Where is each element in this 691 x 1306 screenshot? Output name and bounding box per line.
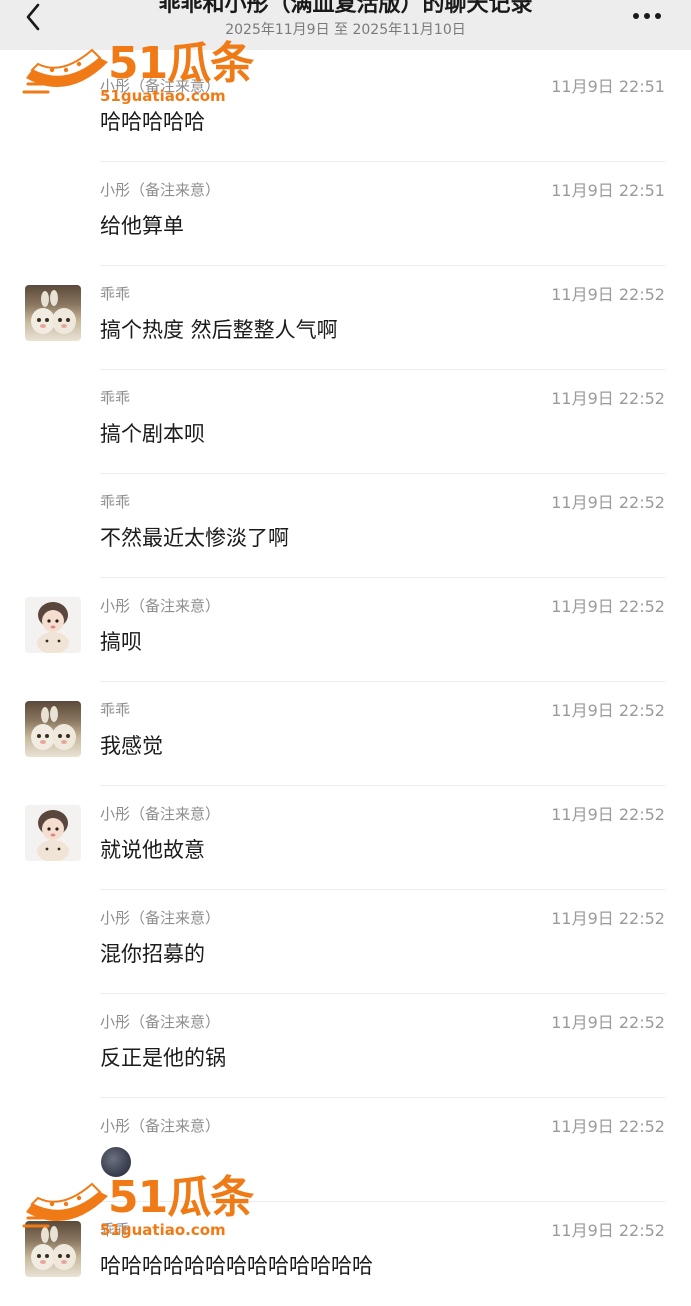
message-time: 11月9日 22:52 bbox=[551, 389, 665, 408]
chat-message[interactable]: 小彤（备注来意） 11月9日 22:51 哈哈哈哈哈 bbox=[0, 58, 691, 162]
message-text: 混你招募的 bbox=[100, 942, 205, 966]
avatar-guaiguai[interactable] bbox=[25, 701, 81, 757]
message-time: 11月9日 22:52 bbox=[551, 1117, 665, 1136]
message-text: 搞个剧本呗 bbox=[100, 422, 205, 446]
message-sender: 小彤（备注来意） bbox=[100, 909, 221, 927]
message-text: 哈哈哈哈哈 bbox=[100, 110, 205, 134]
message-sender: 小彤（备注来意） bbox=[100, 77, 221, 95]
chat-message[interactable]: 小彤（备注来意） 11月9日 22:52 bbox=[0, 1098, 691, 1202]
message-time: 11月9日 22:51 bbox=[551, 181, 665, 200]
message-time: 11月9日 22:52 bbox=[551, 1013, 665, 1032]
message-time: 11月9日 22:52 bbox=[551, 909, 665, 928]
chat-message[interactable]: 乖乖 11月9日 22:52 我感觉 bbox=[0, 682, 691, 786]
message-time: 11月9日 22:52 bbox=[551, 597, 665, 616]
chat-message[interactable]: 乖乖 11月9日 22:52 不然最近太惨淡了啊 bbox=[0, 474, 691, 578]
avatar-xiaotong[interactable] bbox=[25, 805, 81, 861]
avatar-guaiguai[interactable] bbox=[25, 285, 81, 341]
message-sender: 小彤（备注来意） bbox=[100, 805, 221, 823]
message-text: 不然最近太惨淡了啊 bbox=[100, 526, 289, 550]
emoji-sticker[interactable] bbox=[101, 1147, 131, 1177]
message-time: 11月9日 22:52 bbox=[551, 285, 665, 304]
message-text: 就说他故意 bbox=[100, 838, 205, 862]
message-text: 我感觉 bbox=[100, 734, 163, 758]
header-bar: 乖乖和小彤（满血复活版）的聊天记录 2025年11月9日 至 2025年11月1… bbox=[0, 0, 691, 50]
message-sender: 乖乖 bbox=[100, 389, 131, 407]
message-sender: 小彤（备注来意） bbox=[100, 597, 221, 615]
message-text: 搞个热度 然后整整人气啊 bbox=[100, 318, 338, 342]
page-title: 乖乖和小彤（满血复活版）的聊天记录 bbox=[158, 0, 533, 17]
message-sender: 小彤（备注来意） bbox=[100, 1013, 221, 1031]
message-sender: 乖乖 bbox=[100, 285, 131, 303]
chat-message[interactable]: 乖乖 11月9日 22:52 搞个热度 然后整整人气啊 bbox=[0, 266, 691, 370]
chat-message[interactable]: 小彤（备注来意） 11月9日 22:52 就说他故意 bbox=[0, 786, 691, 890]
chat-message[interactable]: 小彤（备注来意） 11月9日 22:52 混你招募的 bbox=[0, 890, 691, 994]
message-sender: 小彤（备注来意） bbox=[100, 1117, 221, 1135]
message-time: 11月9日 22:52 bbox=[551, 805, 665, 824]
more-button[interactable] bbox=[627, 4, 667, 28]
message-text: 哈哈哈哈哈哈哈哈哈哈哈哈哈 bbox=[100, 1254, 373, 1278]
message-text: 搞呗 bbox=[100, 630, 142, 654]
message-text: 给他算单 bbox=[100, 214, 184, 238]
chat-history-list: 小彤（备注来意） 11月9日 22:51 哈哈哈哈哈 小彤（备注来意） 11月9… bbox=[0, 0, 691, 1280]
message-time: 11月9日 22:51 bbox=[551, 77, 665, 96]
chat-message[interactable]: 小彤（备注来意） 11月9日 22:51 给他算单 bbox=[0, 162, 691, 266]
chat-message[interactable]: 乖乖 11月9日 22:52 搞个剧本呗 bbox=[0, 370, 691, 474]
chat-message[interactable]: 乖乖 11月9日 22:52 哈哈哈哈哈哈哈哈哈哈哈哈哈 bbox=[0, 1202, 691, 1306]
message-text: 反正是他的锅 bbox=[100, 1046, 226, 1070]
chat-message[interactable]: 小彤（备注来意） 11月9日 22:52 反正是他的锅 bbox=[0, 994, 691, 1098]
avatar-xiaotong[interactable] bbox=[25, 597, 81, 653]
message-sender: 乖乖 bbox=[100, 1221, 131, 1239]
date-range: 2025年11月9日 至 2025年11月10日 bbox=[225, 22, 466, 38]
message-sender: 乖乖 bbox=[100, 701, 131, 719]
message-sender: 小彤（备注来意） bbox=[100, 181, 221, 199]
avatar-guaiguai[interactable] bbox=[25, 1221, 81, 1277]
more-horizontal-icon bbox=[633, 13, 661, 19]
message-sender: 乖乖 bbox=[100, 493, 131, 511]
message-time: 11月9日 22:52 bbox=[551, 493, 665, 512]
message-time: 11月9日 22:52 bbox=[551, 1221, 665, 1240]
chat-message[interactable]: 小彤（备注来意） 11月9日 22:52 搞呗 bbox=[0, 578, 691, 682]
message-time: 11月9日 22:52 bbox=[551, 701, 665, 720]
